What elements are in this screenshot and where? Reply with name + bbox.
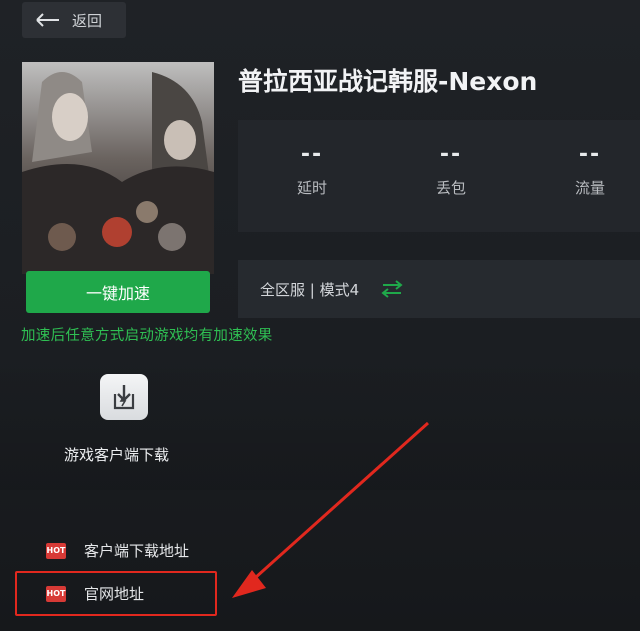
hot-badge: HOT (46, 542, 66, 559)
download-panel (0, 340, 640, 490)
download-client-label[interactable]: 游戏客户端下载 (64, 444, 169, 465)
stat-packet-loss: -- 丢包 (401, 120, 501, 198)
game-title: 普拉西亚战记韩服-Nexon (238, 67, 538, 96)
traffic-label: 流量 (574, 179, 605, 197)
accelerate-label: 一键加速 (85, 284, 150, 303)
server-mode-bar: 全区服 | 模式4 (238, 260, 640, 318)
packet-loss-label: 丢包 (435, 179, 466, 197)
stat-traffic: -- 流量 (540, 120, 640, 198)
stats-panel: -- 延时 -- 丢包 -- 流量 (238, 120, 640, 232)
back-button[interactable]: 返回 (22, 2, 126, 38)
client-download-link-label: 客户端下载地址 (84, 542, 190, 560)
latency-label: 延时 (296, 179, 327, 197)
server-mode-label: 全区服 | 模式4 (260, 280, 360, 299)
client-download-link[interactable]: HOT 客户端下载地址 (46, 540, 189, 561)
game-cover-image (22, 62, 214, 274)
stat-latency: -- 延时 (262, 120, 362, 198)
one-click-accelerate-button[interactable]: 一键加速 (26, 271, 210, 313)
back-label: 返回 (72, 11, 103, 30)
arrow-left-icon (36, 13, 59, 27)
swap-arrows-icon[interactable] (381, 280, 403, 298)
latency-value: -- (300, 142, 324, 167)
traffic-value: -- (578, 142, 602, 167)
packet-loss-value: -- (439, 142, 463, 167)
highlight-box (15, 571, 217, 616)
download-box-icon[interactable] (100, 374, 148, 420)
